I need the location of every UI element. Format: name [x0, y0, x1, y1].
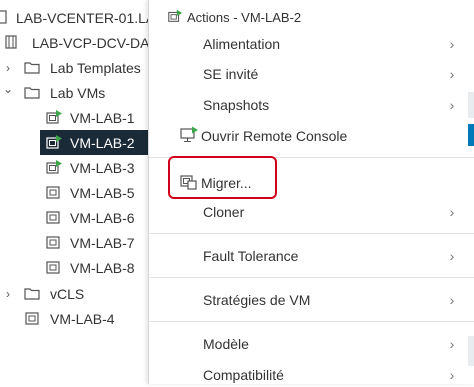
- tree-item-datacenter[interactable]: LAB-VCP-DCV-DA: [0, 30, 160, 55]
- folder-icon: [24, 85, 42, 101]
- chevron-right-icon[interactable]: ›: [3, 61, 13, 75]
- chevron-right-icon[interactable]: ›: [3, 287, 13, 301]
- vm-icon: [45, 259, 63, 275]
- tree-item-vm-lab-3[interactable]: VM-LAB-3: [0, 155, 160, 180]
- tree-item-label: VM-LAB-5: [70, 184, 135, 201]
- tree-item-label: VM-LAB-2: [70, 134, 135, 151]
- background-panel-edge: [468, 124, 474, 146]
- tree-item-label: LAB-VCP-DCV-DA: [32, 34, 150, 51]
- menu-item-strategies-vm[interactable]: Stratégies de VM ›: [203, 288, 469, 312]
- chevron-right-icon: ›: [449, 36, 455, 52]
- menu-item-label: Stratégies de VM: [203, 292, 311, 308]
- chevron-right-icon: ›: [449, 66, 455, 82]
- highlight-box: [168, 156, 277, 199]
- tree-item-label: VM-LAB-8: [70, 259, 135, 276]
- inventory-tree: LAB-VCENTER-01.LA LAB-VCP-DCV-DA › Lab T…: [0, 0, 160, 384]
- background-panel-edge: [468, 336, 474, 366]
- datacenter-icon: [4, 34, 22, 50]
- menu-item-remote-console[interactable]: Ouvrir Remote Console: [179, 124, 469, 148]
- folder-icon: [24, 286, 42, 302]
- tree-item-vm-lab-5[interactable]: VM-LAB-5: [0, 180, 160, 205]
- menu-item-label: SE invité: [203, 66, 259, 82]
- tree-item-vm-lab-7[interactable]: VM-LAB-7: [0, 230, 160, 255]
- menu-item-label: Compatibilité: [203, 367, 284, 383]
- background-panel-edge: [468, 92, 474, 118]
- tree-item-vcenter[interactable]: LAB-VCENTER-01.LA: [0, 5, 160, 30]
- chevron-right-icon: ›: [449, 248, 455, 264]
- menu-item-alimentation[interactable]: Alimentation ›: [203, 32, 469, 56]
- chevron-right-icon: ›: [449, 367, 455, 383]
- chevron-down-icon[interactable]: ⌄: [3, 82, 13, 96]
- vm-icon: [45, 184, 63, 200]
- tree-item-label: vCLS: [50, 285, 85, 302]
- tree-item-label: LAB-VCENTER-01.LA: [16, 9, 156, 26]
- remote-console-icon: [179, 126, 201, 147]
- tree-item-label: Lab Templates: [50, 59, 141, 76]
- tree-item-label: VM-LAB-3: [70, 159, 135, 176]
- menu-divider: [149, 321, 474, 322]
- menu-item-snapshots[interactable]: Snapshots ›: [203, 93, 469, 117]
- menu-title: Actions - VM-LAB-2: [187, 9, 302, 25]
- folder-icon: [24, 60, 42, 76]
- vm-powered-on-icon: [45, 134, 63, 150]
- tree-item-vcls[interactable]: › vCLS: [0, 281, 160, 306]
- tree-item-label: VM-LAB-7: [70, 234, 135, 251]
- tree-item-vm-lab-8[interactable]: VM-LAB-8: [0, 255, 160, 280]
- menu-header: Actions - VM-LAB-2: [167, 8, 301, 26]
- vm-icon: [45, 209, 63, 225]
- tree-item-vm-lab-6[interactable]: VM-LAB-6: [0, 205, 160, 230]
- tree-item-label: Lab VMs: [50, 84, 106, 101]
- tree-item-lab-vms[interactable]: ⌄ Lab VMs: [0, 80, 160, 105]
- tree-item-vm-lab-1[interactable]: VM-LAB-1: [0, 105, 160, 130]
- tree-item-label: VM-LAB-4: [50, 310, 115, 327]
- menu-item-compatibilite[interactable]: Compatibilité ›: [203, 363, 469, 387]
- vm-icon: [45, 234, 63, 250]
- tree-item-vm-lab-2[interactable]: VM-LAB-2: [40, 130, 160, 155]
- vm-icon: [24, 310, 42, 326]
- chevron-right-icon: ›: [449, 292, 455, 308]
- tree-item-vm-lab-4[interactable]: VM-LAB-4: [0, 306, 160, 331]
- chevron-right-icon: ›: [449, 97, 455, 113]
- menu-item-label: Snapshots: [203, 97, 270, 113]
- menu-item-label: Alimentation: [203, 36, 281, 52]
- menu-divider: [149, 277, 474, 278]
- vm-powered-on-icon: [167, 8, 183, 27]
- menu-item-fault-tolerance[interactable]: Fault Tolerance ›: [203, 244, 469, 268]
- menu-item-label: Cloner: [203, 204, 245, 220]
- menu-item-cloner[interactable]: Cloner ›: [203, 200, 469, 224]
- chevron-right-icon: ›: [449, 204, 455, 220]
- chevron-right-icon: ›: [449, 336, 455, 352]
- menu-item-label: Modèle: [203, 336, 249, 352]
- menu-item-label: Fault Tolerance: [203, 248, 299, 264]
- menu-divider: [149, 233, 474, 234]
- vm-powered-on-icon: [45, 109, 63, 125]
- vm-powered-on-icon: [45, 159, 63, 175]
- menu-item-modele[interactable]: Modèle ›: [203, 332, 469, 356]
- tree-item-label: VM-LAB-6: [70, 209, 135, 226]
- tree-item-label: VM-LAB-1: [70, 109, 135, 126]
- menu-item-label: Ouvrir Remote Console: [201, 128, 348, 144]
- menu-item-se-invite[interactable]: SE invité ›: [203, 62, 469, 86]
- tree-item-lab-templates[interactable]: › Lab Templates: [0, 55, 160, 80]
